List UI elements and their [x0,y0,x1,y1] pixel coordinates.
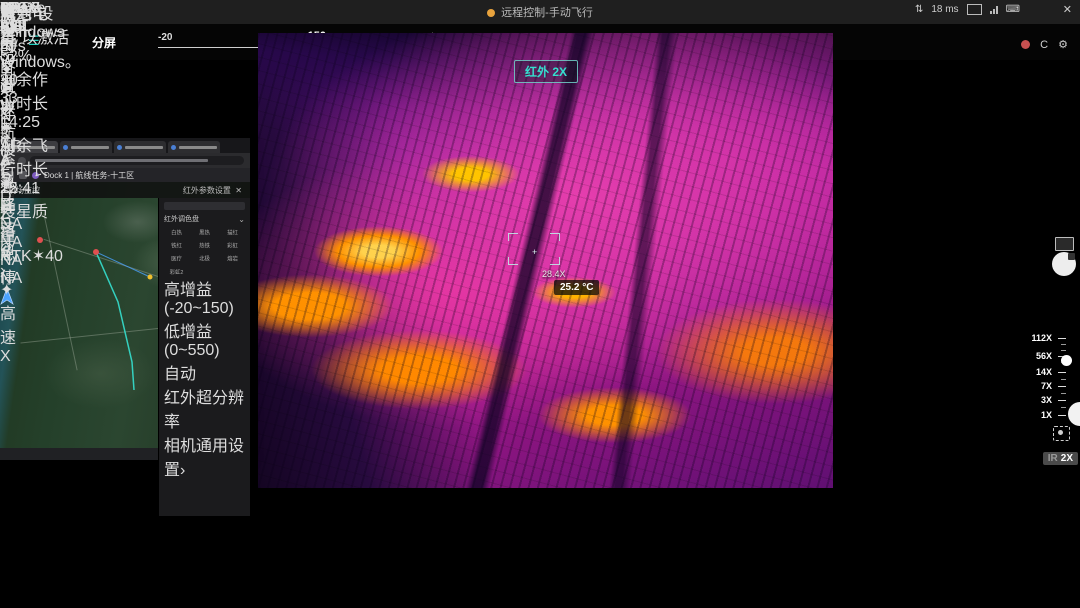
zoom-level-14x[interactable]: 14X [1036,367,1052,377]
camera-general-settings[interactable]: 相机通用设置› [164,432,245,480]
shutter-button[interactable] [1052,252,1076,276]
palette-option[interactable]: 铁红 [164,240,189,250]
palette-option[interactable]: 热铁 [192,240,217,250]
window-titlebar: 远程控制-手动飞行 ⇅ 18 ms ⌨ ✕ [0,0,1080,25]
split-screen-button[interactable]: 分屏 [92,34,116,51]
palette-option[interactable]: 熔岩 [220,253,245,263]
panel-close-icon[interactable]: ✕ [235,186,242,195]
ir-settings-panel: 红外调色盘 ⌄ 白热 黑热 描红 铁红 热铁 彩虹 医疗 北极 熔岩 彩虹2 高增… [158,198,250,516]
focus-camera-icon[interactable] [1053,426,1070,441]
settings-gear-icon[interactable]: ⚙ [1058,38,1068,51]
palette-option[interactable]: 彩虹2 [164,266,189,276]
emergency-land-button[interactable]: 紧急降落 [0,144,16,240]
ir-panel-title: 红外参数设置 [183,186,231,195]
return-home-button[interactable]: 返航 [0,96,16,144]
latency-icon: ⇅ [915,4,923,15]
satellite-icon: ✶ [32,248,45,265]
crosshair-icon: + [532,247,537,257]
zoom-level-3x[interactable]: 3X [1041,395,1052,405]
app-root: { "titlebar": {"title": "远程控制-手动飞行", "la… [0,0,1080,608]
palette-option[interactable]: 白热 [164,227,189,237]
windows-watermark-subtitle: 转到“设置”以激活 Windows。 [0,0,81,72]
zoom-level-7x[interactable]: 7X [1041,381,1052,391]
palette-option[interactable]: 描红 [220,227,245,237]
speed-mode-button[interactable]: 高速 [0,306,16,347]
zoom-level-1x[interactable]: 1X [1041,410,1052,420]
emergency-stop-button[interactable]: 急停 [0,240,16,288]
zoom-rail: 112X 56X 14X 7X 3X 1X IR2X [1020,330,1080,480]
palette-option[interactable]: 北极 [192,253,217,263]
refresh-icon[interactable]: C [1040,39,1048,51]
latency-value: 18 ms [931,4,958,15]
thermal-video-view[interactable]: 红外 2X + 28.4X 25.2 °C [258,33,833,488]
satellite-count: 40 [45,248,63,265]
chevron-right-icon: › [180,462,185,479]
browser-tab[interactable] [168,141,220,153]
palette-dropdown[interactable] [164,202,245,210]
zoom-level-112x[interactable]: 112X [1031,333,1052,343]
window-title: 远程控制-手动飞行 [501,7,593,19]
palette-option[interactable]: 医疗 [164,253,189,263]
palette-option[interactable]: 彩虹 [220,240,245,250]
zoom-slider-knob[interactable] [1061,355,1072,366]
keyboard-icon[interactable]: ⌨ [1006,4,1020,15]
gain-option[interactable]: 自动 [164,360,245,384]
palette-option[interactable]: 黑热 [192,227,217,237]
browser-tab[interactable] [60,141,112,153]
ir-zoom-badge[interactable]: 红外 2X [514,60,578,83]
record-button[interactable] [1021,40,1030,49]
gain-option[interactable]: 低增益 (0~550) [164,318,245,360]
signal-bars-icon [990,5,998,14]
camera-controls: C ⚙ [1021,38,1068,51]
zoom-dial[interactable] [1068,402,1080,426]
status-dot-icon [487,9,495,17]
palette-section-label: 红外调色盘 [164,214,199,224]
collapse-chevron-icon[interactable]: ⌄ [238,215,245,224]
mini-screen-icon[interactable] [1055,237,1074,251]
speed-shortcut-badge: X [0,348,11,365]
ir-mode-badge[interactable]: IR2X [1043,452,1078,465]
spot-zoom-value: 28.4X [542,269,566,279]
gain-option[interactable]: 高增益 (-20~150) [164,276,245,318]
spot-meter-crosshair: + [508,233,560,265]
range-min: -20 [158,32,172,43]
close-button[interactable]: ✕ [1063,3,1072,16]
screen-icon [967,4,982,15]
palette-grid: 白热 黑热 描红 铁红 热铁 彩虹 医疗 北极 熔岩 彩虹2 [164,227,245,276]
zoom-level-56x[interactable]: 56X [1036,351,1052,361]
titlebar-status-cluster: ⇅ 18 ms ⌨ [915,4,1020,15]
browser-tab[interactable] [114,141,166,153]
super-resolution-label: 红外超分辨率 [164,390,244,431]
spot-temperature: 25.2 °C [554,280,599,295]
